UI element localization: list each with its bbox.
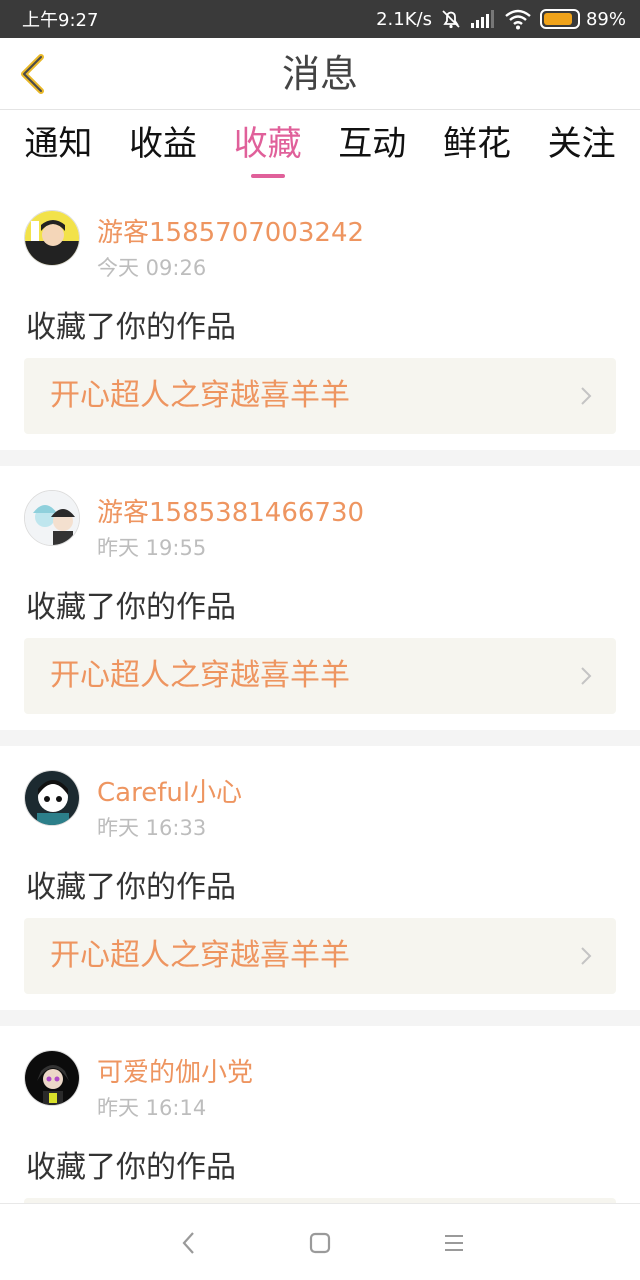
screen: 上午9:27 2.1K/s 89% 消息 通知 收益 收藏 互动 鲜花 关注 游…: [0, 0, 640, 1280]
user-name[interactable]: 游客1585707003242: [97, 212, 364, 249]
avatar[interactable]: [24, 210, 80, 266]
user-name[interactable]: 游客1585381466730: [97, 492, 364, 529]
tab-3[interactable]: 互动: [332, 110, 412, 186]
list-item: Careful小心昨天 16:33 收藏了你的作品开心超人之穿越喜羊羊: [0, 746, 640, 1010]
tab-0[interactable]: 通知: [18, 110, 98, 186]
tab-1[interactable]: 收益: [123, 110, 203, 186]
chevron-right-icon: [581, 947, 592, 965]
wifi-icon: [504, 8, 532, 30]
message-list: 游客1585707003242 今天 09:26 收藏了你的作品 开心超人之穿越喜羊羊…: [0, 186, 640, 1280]
action-text: 收藏了你的作品: [26, 590, 236, 625]
work-title: 开心超人之穿越喜羊羊: [50, 658, 350, 693]
nav-home-button[interactable]: [307, 1230, 333, 1256]
navigation-bar: [0, 1203, 640, 1280]
work-link[interactable]: 开心超人之穿越喜羊羊: [24, 918, 616, 994]
list-item: 游客1585381466730 昨天 19:55 收藏了你的作品开心超人之穿越喜羊羊: [0, 466, 640, 730]
status-bar: 上午9:27 2.1K/s 89%: [0, 0, 640, 38]
status-indicators: 2.1K/s 89%: [376, 8, 626, 30]
list-divider: [0, 450, 640, 466]
timestamp: 昨天 19:55: [97, 536, 207, 560]
chevron-right-icon: [581, 387, 592, 405]
action-text: 收藏了你的作品: [26, 310, 236, 345]
menu-icon: [445, 1235, 463, 1251]
work-link[interactable]: 开心超人之穿越喜羊羊: [24, 358, 616, 434]
action-text: 收藏了你的作品: [26, 870, 236, 905]
tab-bar: 通知 收益 收藏 互动 鲜花 关注: [0, 110, 640, 186]
signal-icon: [470, 9, 496, 29]
avatar[interactable]: [24, 770, 80, 826]
user-name[interactable]: 可爱的伽小党: [97, 1052, 253, 1089]
avatar[interactable]: [24, 1050, 80, 1106]
avatar[interactable]: [24, 490, 80, 546]
home-icon: [309, 1232, 331, 1254]
battery-percent: 89%: [585, 8, 626, 30]
page-title: 消息: [281, 52, 358, 96]
battery-fill: [543, 13, 573, 25]
status-time: 上午9:27: [22, 10, 99, 31]
timestamp: 昨天 16:33: [97, 816, 207, 840]
timestamp: 昨天 16:14: [97, 1096, 207, 1120]
user-name[interactable]: Careful小心: [97, 772, 242, 809]
work-title: 开心超人之穿越喜羊羊: [50, 378, 350, 413]
list-item: 游客1585707003242 今天 09:26 收藏了你的作品开心超人之穿越喜羊羊: [0, 186, 640, 450]
mute-bell-icon: [440, 8, 462, 30]
battery-icon: [539, 9, 580, 29]
tab-4[interactable]: 鲜花: [437, 110, 517, 186]
tab-5[interactable]: 关注: [542, 110, 622, 186]
list-divider: [0, 1010, 640, 1026]
work-link[interactable]: 开心超人之穿越喜羊羊: [24, 638, 616, 714]
battery: 89%: [539, 8, 626, 30]
list-divider: [0, 730, 640, 746]
nav-menu-button[interactable]: [441, 1230, 467, 1256]
tab-2[interactable]: 收藏: [228, 110, 308, 186]
header: 消息: [0, 38, 640, 110]
nav-back-button[interactable]: [176, 1230, 202, 1256]
timestamp: 今天 09:26: [97, 256, 207, 280]
back-icon: [182, 1232, 194, 1254]
chevron-right-icon: [581, 667, 592, 685]
net-speed: 2.1K/s: [376, 8, 432, 30]
action-text: 收藏了你的作品: [26, 1150, 236, 1185]
work-title: 开心超人之穿越喜羊羊: [50, 938, 350, 973]
